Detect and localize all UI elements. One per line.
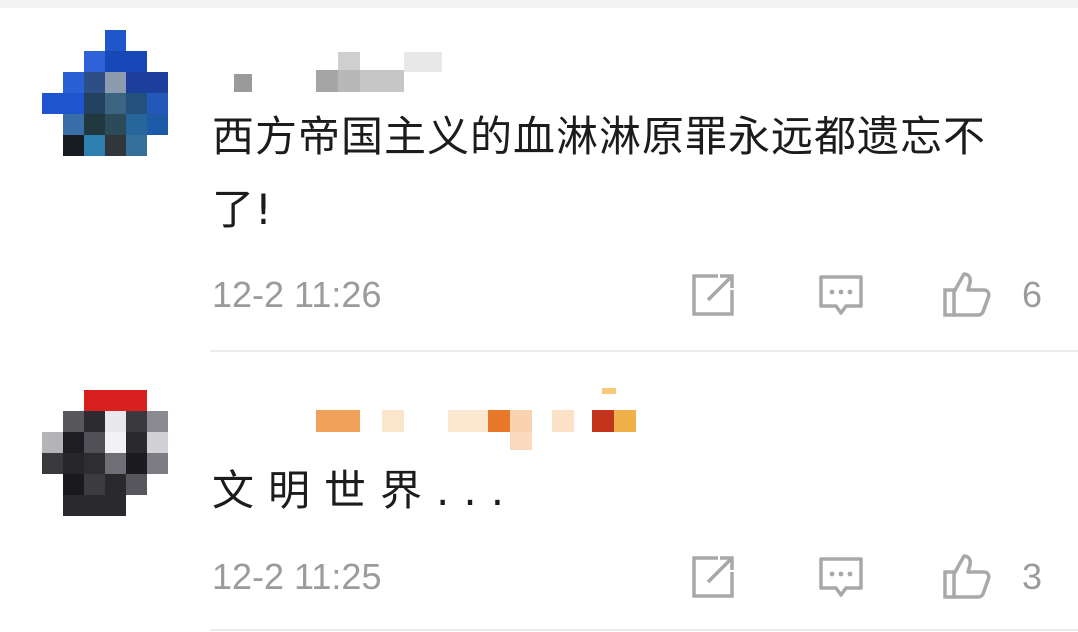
username-redacted[interactable] bbox=[212, 52, 652, 92]
like-icon bbox=[943, 554, 991, 599]
comment-meta: 12-2 11:26 6 bbox=[212, 270, 1042, 320]
comment-text: 文明世界... bbox=[212, 466, 519, 515]
comment-text: 西方帝国主义的血淋淋原罪永远都遗忘不了! bbox=[212, 112, 987, 234]
avatar[interactable] bbox=[42, 390, 168, 516]
reply-button[interactable] bbox=[816, 552, 866, 602]
avatar[interactable] bbox=[42, 30, 168, 156]
share-button[interactable] bbox=[688, 552, 738, 602]
reply-icon bbox=[819, 557, 863, 597]
comment-item: 文明世界... 12-2 11:25 3 bbox=[0, 352, 1078, 632]
share-button[interactable] bbox=[688, 270, 738, 320]
timestamp: 12-2 11:26 bbox=[212, 274, 382, 315]
timestamp: 12-2 11:25 bbox=[212, 556, 382, 597]
like-icon bbox=[943, 272, 991, 317]
share-icon bbox=[692, 556, 734, 598]
comment-meta: 12-2 11:25 3 bbox=[212, 552, 1042, 602]
reply-icon bbox=[819, 275, 863, 315]
reply-button[interactable] bbox=[816, 270, 866, 320]
share-icon bbox=[692, 274, 734, 316]
username-redacted[interactable] bbox=[212, 388, 652, 450]
like-count: 6 bbox=[1022, 274, 1043, 315]
like-button[interactable] bbox=[942, 270, 992, 320]
like-button[interactable] bbox=[942, 552, 992, 602]
like-count: 3 bbox=[1022, 556, 1043, 597]
divider bbox=[210, 629, 1078, 631]
comment-item: 西方帝国主义的血淋淋原罪永远都遗忘不了! 12-2 11:26 6 bbox=[0, 0, 1078, 352]
